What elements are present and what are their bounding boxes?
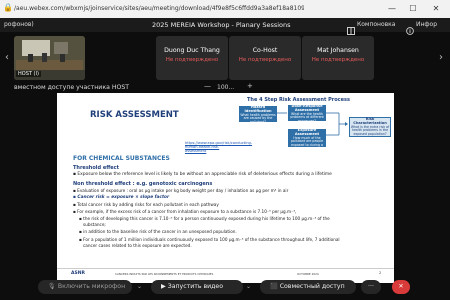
scroll-right-arrow[interactable]: › [436, 52, 446, 64]
info-button[interactable]: Инфор [416, 19, 437, 31]
video-tile-cohost[interactable]: Co-Host Не подтверждено [229, 36, 301, 80]
close-window-button[interactable]: ✕ [428, 2, 444, 15]
zoom-in-button[interactable]: + [247, 82, 253, 90]
hazard-identification-box: Hazard Identification What health problem… [239, 105, 277, 125]
slide-footer-divider [57, 268, 394, 269]
bullet-exposure: ▪ Evaluation of exposure : oral as µg in… [73, 188, 289, 193]
slide-title: RISK ASSESSMENT [90, 110, 179, 120]
maximize-button[interactable]: ☐ [405, 2, 421, 15]
scroll-left-arrow[interactable]: ‹ [2, 52, 12, 64]
exposure-assessment-box: Exposure Assessment How much of the pollu… [288, 128, 326, 159]
address-bar[interactable]: /aeu.webex.com/wbxmjs/joinservice/sites/… [14, 3, 304, 14]
share-label: Совместный доступ [279, 283, 345, 290]
app-label: рофонов) [4, 21, 34, 28]
risk-characterization-box: Risk Characterization What is the extra r… [349, 117, 391, 137]
bullet-example: ▪ For example, if the excess risk of a c… [73, 209, 297, 214]
tile-name-host: HOST (I) [16, 71, 41, 77]
share-button[interactable]: ⬛ Совместный доступ [260, 280, 356, 294]
video-options-chevron-icon[interactable]: ⌄ [246, 283, 251, 290]
epa-link[interactable]: https://www.epa.gov/risk/conducting-huma… [185, 141, 252, 154]
share-screen-icon: ⬛ [270, 283, 278, 290]
end-call-button[interactable]: ✕ [392, 280, 410, 294]
participant-name: Mat Johansen [317, 47, 359, 54]
minimize-button[interactable]: — [384, 2, 400, 15]
participant-status: Не подтверждено [165, 57, 219, 63]
layout-button[interactable]: Компоновка [357, 19, 395, 31]
video-tile-host[interactable]: HOST (I) [14, 36, 85, 80]
nonthreshold-heading: Non threshold effect : e.g. genotoxic ca… [73, 181, 213, 187]
bullet-baseline: ▪ in addition to the baseline risk of th… [79, 229, 237, 234]
camera-icon: ▶ [161, 283, 166, 290]
section-heading: FOR CHEMICAL SUBSTANCES [73, 155, 170, 162]
meeting-topbar: рофонов) 2025 MEREIA Workshop - Planary … [0, 18, 450, 35]
bullet-population: ▪ For a population of 1 million individu… [79, 237, 340, 242]
lock-icon: 🔒 [3, 3, 13, 12]
slide-footer-date: OCTOBRE 2024 [297, 272, 319, 276]
slide-page-number: 2 [379, 271, 382, 275]
start-video-label: Запустить видео [167, 283, 223, 290]
participant-status: Не подтверждено [311, 57, 365, 63]
more-options-button[interactable]: ··· [361, 280, 381, 294]
sharing-status: вместном доступе участника HOST [14, 84, 130, 91]
meeting-title: 2025 MEREIA Workshop - Planary Sessions [152, 21, 291, 29]
threshold-bullet: ▪ Exposure below the reference level is … [73, 172, 332, 177]
microphone-icon: 🎙 [48, 283, 56, 290]
bullet-population-cont: cancer cases related to this exposure ar… [83, 243, 192, 248]
layout-icon [347, 20, 355, 35]
slide-footer-text: CANCERS INDUITS PAR LES RAYONNEMENTS ET … [115, 272, 214, 276]
mute-button[interactable]: 🎙 Включить микрофон [38, 280, 132, 294]
dose-response-box: Dose-Response Assessment What are the hea… [288, 104, 326, 123]
start-video-button[interactable]: ▶ Запустить видео [151, 280, 243, 294]
threshold-heading: Threshold effect [73, 165, 120, 171]
mute-label: Включить микрофон [57, 283, 126, 290]
mic-options-chevron-icon[interactable]: ⌄ [137, 283, 142, 290]
info-icon [406, 20, 414, 35]
participant-status: Не подтверждено [238, 57, 292, 63]
bullet-total-risk: ▪ Total cancer risk by adding risks for … [73, 202, 219, 207]
participant-name: Co-Host [252, 47, 278, 54]
bullet-cancer-risk: ▪ Cancer risk = exposure × slope factor [73, 195, 170, 200]
participant-name: Duong Duc Thang [164, 47, 220, 54]
video-tile-mat[interactable]: Mat Johansen Не подтверждено [302, 36, 374, 80]
video-tile-duong[interactable]: Duong Duc Thang Не подтверждено [156, 36, 228, 80]
zoom-level[interactable]: 100... [217, 84, 234, 91]
asnr-logo: ASNR [71, 271, 85, 276]
zoom-out-button[interactable]: — [204, 82, 211, 90]
bullet-risk-detail-cont: substance; [83, 222, 106, 227]
bullet-risk-detail: ▪ the risk of developing this cancer is … [79, 216, 330, 221]
shared-slide: RISK ASSESSMENT The 4 Step Risk Assessme… [57, 93, 394, 283]
